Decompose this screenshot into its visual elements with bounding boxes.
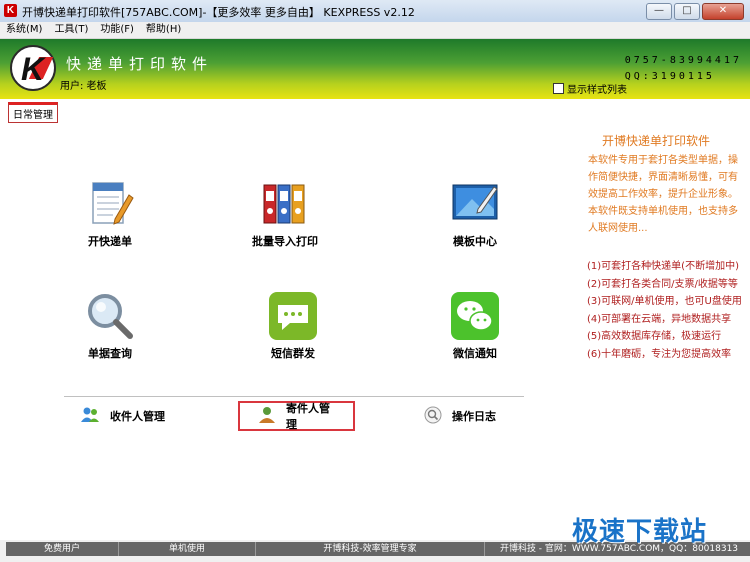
- recipient-management-label: 收件人管理: [110, 410, 165, 423]
- tile-label: 模板中心: [453, 235, 497, 248]
- title-bar: K 开博快递单打印软件[757ABC.COM]-【更多效率 更多自由】 KEXP…: [0, 0, 750, 23]
- recipient-management-button[interactable]: 收件人管理: [80, 401, 165, 431]
- side-title: 开博快递单打印软件: [602, 134, 711, 148]
- menu-system[interactable]: 系统(M): [0, 22, 48, 38]
- qq-number: QQ:3190115: [624, 71, 715, 82]
- watermark: 极速下载站: [572, 517, 708, 547]
- tile-wechat-notify[interactable]: 微信通知: [415, 291, 535, 361]
- log-search-icon: [424, 406, 442, 427]
- user-icon: [258, 406, 276, 427]
- section-divider: [64, 396, 524, 397]
- feature-item: (3)可联网/单机使用，也可U盘使用: [587, 296, 742, 307]
- tile-template-center[interactable]: 模板中心: [415, 179, 535, 249]
- feature-item: (5)高效数据库存储，极速运行: [587, 331, 722, 342]
- users-icon: [80, 406, 100, 427]
- tile-label: 单据查询: [88, 347, 132, 360]
- maximize-button[interactable]: □: [674, 3, 700, 20]
- tile-label: 批量导入打印: [252, 235, 318, 248]
- tile-label: 微信通知: [453, 347, 497, 360]
- status-mode: 单机使用: [119, 542, 256, 556]
- main-content: 日常管理 开快递单 批量导入打印 模板中心 单据查询 短信群发 微信通知 收件人…: [0, 99, 750, 540]
- window-title: 开博快递单打印软件[757ABC.COM]-【更多效率 更多自由】 KEXPRE…: [22, 6, 415, 19]
- feature-list: (1)可套打各种快递单(不断增加中) (2)可套打各类合同/支票/收据等等 (3…: [587, 258, 747, 363]
- checkbox-icon[interactable]: [553, 83, 564, 94]
- app-name: 快递单打印软件: [66, 55, 214, 73]
- magnifier-icon: [85, 291, 135, 341]
- binders-icon: [260, 179, 310, 229]
- operation-log-button[interactable]: 操作日志: [424, 401, 496, 431]
- show-style-list-label: 显示样式列表: [567, 85, 627, 96]
- feature-item: (6)十年磨砺，专注为您提高效率: [587, 348, 732, 360]
- tile-sms-broadcast[interactable]: 短信群发: [233, 291, 353, 361]
- show-style-list-toggle[interactable]: 显示样式列表: [553, 81, 627, 96]
- sender-management-label: 寄件人管理: [286, 402, 330, 431]
- operation-log-label: 操作日志: [452, 410, 496, 423]
- wechat-icon: [450, 291, 500, 341]
- app-icon: K: [4, 4, 17, 17]
- current-user: 用户: 老板: [60, 81, 107, 92]
- tile-label: 开快递单: [88, 235, 132, 248]
- contact-info: 0757-83994417 QQ:3190115: [625, 53, 742, 85]
- close-button[interactable]: ✕: [702, 3, 744, 20]
- tab-daily-management[interactable]: 日常管理: [8, 102, 58, 123]
- tile-batch-import-print[interactable]: 批量导入打印: [225, 179, 345, 249]
- menu-function[interactable]: 功能(F): [94, 22, 140, 38]
- status-company: 开博科技-效率管理专家: [256, 542, 485, 556]
- template-board-icon: [450, 179, 500, 229]
- menu-bar: 系统(M) 工具(T) 功能(F) 帮助(H): [0, 22, 750, 39]
- tile-create-waybill[interactable]: 开快递单: [50, 179, 170, 249]
- phone-number: 0757-83994417: [624, 55, 742, 66]
- feature-item: (4)可部署在云端，异地数据共享: [587, 313, 732, 325]
- minimize-button[interactable]: —: [646, 3, 672, 20]
- brand-logo: K: [10, 45, 56, 91]
- form-edit-icon: [85, 179, 135, 229]
- menu-tools[interactable]: 工具(T): [48, 22, 94, 38]
- sms-chat-icon: [268, 291, 318, 341]
- feature-item: (2)可套打各类合同/支票/收据等等: [587, 278, 738, 290]
- feature-item: (1)可套打各种快递单(不断增加中): [587, 261, 739, 272]
- window-controls: — □ ✕: [646, 3, 744, 20]
- menu-help[interactable]: 帮助(H): [140, 22, 187, 38]
- header-banner: K 快递单打印软件 用户: 老板 0757-83994417 QQ:319011…: [0, 39, 750, 99]
- tile-label: 短信群发: [271, 347, 315, 360]
- sender-management-button[interactable]: 寄件人管理: [238, 401, 355, 431]
- tile-document-query[interactable]: 单据查询: [50, 291, 170, 361]
- status-user-type: 免费用户: [6, 542, 119, 556]
- side-description: 本软件专用于套打各类型单据，操作简便快捷，界面清晰易懂，可有效提高工作效率，提升…: [588, 155, 738, 234]
